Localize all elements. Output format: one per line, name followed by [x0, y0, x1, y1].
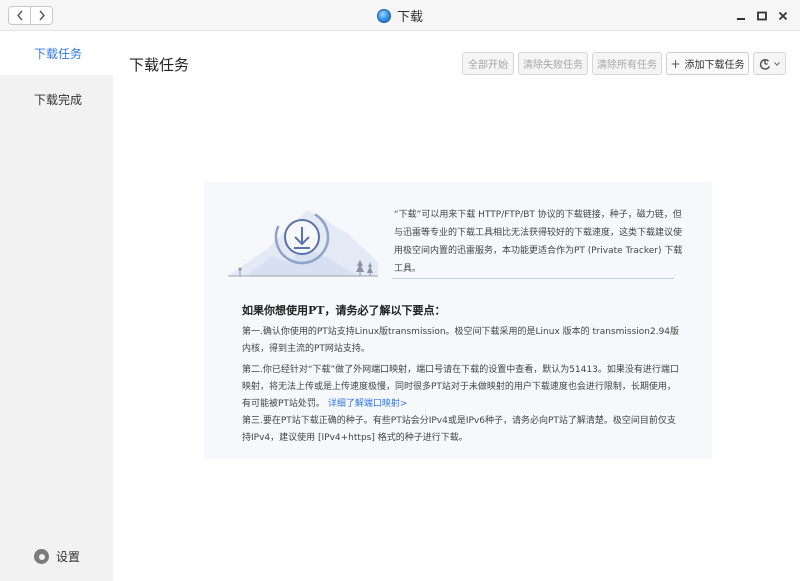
close-button[interactable] [772, 0, 794, 31]
add-task-button[interactable]: + 添加下载任务 [666, 52, 749, 75]
minimize-icon [737, 17, 745, 20]
maximize-icon [757, 11, 767, 20]
pt-info-panel: “下载”可以用来下载 HTTP/FTP/BT 协议的下载链接，种子，磁力链，但与… [204, 182, 712, 459]
settings-label: 设置 [56, 550, 81, 564]
add-task-label: 添加下载任务 [684, 60, 745, 71]
pt-heading: 如果你想使用PT，请务必了解以下要点： [242, 304, 446, 317]
settings-button[interactable]: 设置 [34, 548, 80, 565]
chevron-down-icon [774, 61, 780, 66]
clear-all-button[interactable]: 清除所有任务 [592, 52, 662, 75]
plus-icon: + [670, 56, 681, 71]
sidebar-item-download-tasks[interactable]: 下载任务 [0, 31, 113, 75]
download-app-icon [376, 8, 391, 23]
speed-limit-menu-button[interactable] [753, 52, 786, 75]
window-title: 下载 [396, 10, 423, 25]
sidebar-item-label: 下载完成 [34, 92, 83, 107]
minimize-button[interactable] [730, 0, 752, 31]
sidebar: 下载任务 下载完成 设置 [0, 31, 113, 581]
point-3-text: 第三.要在PT站下载正确的种子。有些PT站会分IPv4或是IPv6种子，请务必向… [242, 416, 676, 443]
window-title-area: 下载 [0, 0, 800, 31]
gear-icon [34, 549, 49, 564]
title-bar: 下载 [0, 0, 800, 31]
app-window: 下载 下载任务 下载完成 设置 下载任务 全部开始 清除失败任务 清除所有任务 … [0, 0, 800, 581]
start-all-button[interactable]: 全部开始 [462, 52, 514, 75]
clear-failed-button[interactable]: 清除失败任务 [518, 52, 588, 75]
maximize-button[interactable] [751, 0, 773, 31]
point-1-text: 第一.确认你使用的PT站支持Linux版transmission。极空间下载采用… [242, 327, 680, 354]
close-icon [778, 11, 788, 20]
sidebar-item-label: 下载任务 [34, 46, 83, 61]
page-title: 下载任务 [129, 56, 190, 74]
port-mapping-link[interactable]: 详细了解端口映射> [328, 399, 408, 409]
point-2: 第二.你已经针对“下载”做了外网端口映射，端口号请在下载的设置中查看，默认为51… [242, 362, 682, 413]
speed-gauge-icon [759, 58, 770, 70]
intro-text: “下载”可以用来下载 HTTP/FTP/BT 协议的下载链接，种子，磁力链，但与… [394, 210, 683, 274]
download-illustration-icon [228, 209, 378, 277]
divider [392, 278, 674, 279]
point-2-text: 第二.你已经针对“下载”做了外网端口映射，端口号请在下载的设置中查看，默认为51… [242, 365, 679, 409]
sidebar-item-completed[interactable]: 下载完成 [0, 77, 113, 121]
